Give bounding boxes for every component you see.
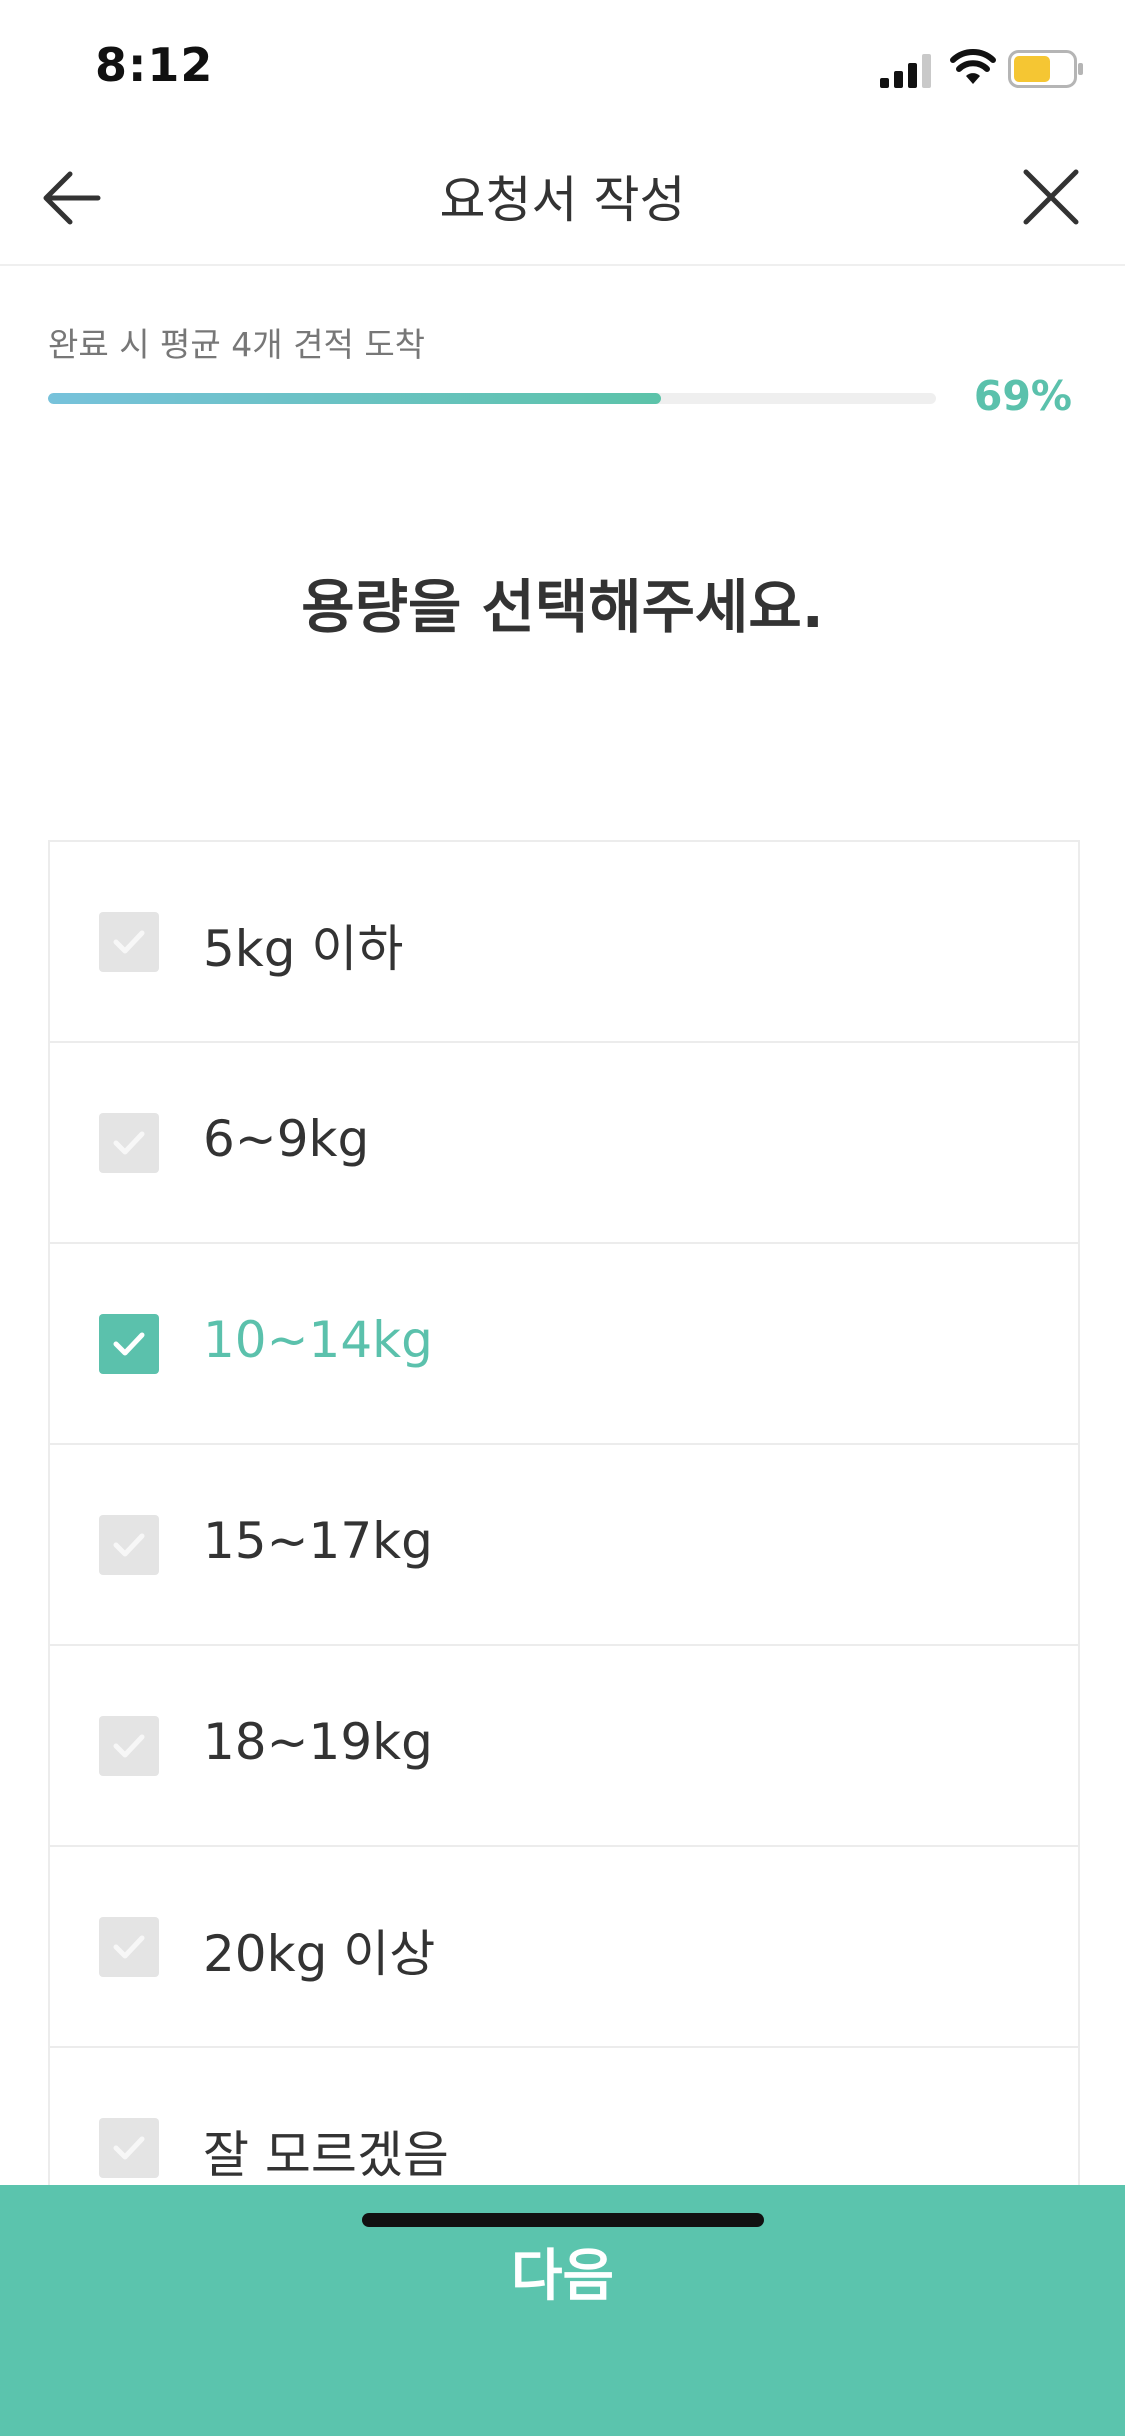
checkbox[interactable]	[99, 1917, 159, 1977]
option-row[interactable]: 6~9kg	[50, 1043, 1078, 1244]
option-list: 5kg 이하 6~9kg 10~14kg 15~17kg 18~19kg 20kg 이상잘…	[48, 840, 1080, 2249]
checkmark-icon	[113, 1533, 145, 1557]
app-screen: 8:12 요청서 작성 완료 시 평균 4개 견적 도착 69% 용량을 선택해…	[0, 0, 1125, 2436]
checkbox[interactable]	[99, 912, 159, 972]
checkmark-icon	[113, 1734, 145, 1758]
checkmark-icon	[113, 1332, 145, 1356]
close-button[interactable]	[1010, 160, 1090, 236]
page-title: 요청서 작성	[439, 171, 686, 229]
option-row[interactable]: 10~14kg	[50, 1244, 1078, 1445]
option-row[interactable]: 18~19kg	[50, 1646, 1078, 1847]
next-button-label: 다음	[510, 2244, 615, 2309]
close-icon	[1023, 169, 1079, 225]
checkbox[interactable]	[99, 1515, 159, 1575]
checkmark-icon	[113, 1131, 145, 1155]
checkmark-icon	[113, 930, 145, 954]
status-time: 8:12	[95, 38, 214, 92]
checkmark-icon	[113, 2136, 145, 2160]
home-indicator	[362, 2213, 764, 2227]
option-label: 18~19kg	[203, 1713, 433, 1771]
option-label: 10~14kg	[203, 1311, 433, 1369]
signal-icon	[880, 54, 931, 88]
checkmark-icon	[113, 1935, 145, 1959]
option-label: 6~9kg	[203, 1110, 370, 1168]
option-label: 5kg 이하	[203, 920, 404, 978]
option-row[interactable]: 15~17kg	[50, 1445, 1078, 1646]
checkbox[interactable]	[99, 1314, 159, 1374]
wifi-icon	[950, 49, 996, 84]
progress-percent: 69%	[973, 372, 1072, 420]
option-label: 15~17kg	[203, 1512, 433, 1570]
question-title: 용량을 선택해주세요.	[301, 573, 824, 641]
status-bar: 8:12	[0, 0, 1125, 132]
checkbox[interactable]	[99, 1716, 159, 1776]
progress-bar	[48, 393, 936, 404]
checkbox[interactable]	[99, 1113, 159, 1173]
nav-bar: 요청서 작성	[0, 132, 1125, 266]
progress-fill	[48, 393, 661, 404]
option-row[interactable]: 20kg 이상	[50, 1847, 1078, 2048]
progress-caption: 완료 시 평균 4개 견적 도착	[48, 325, 426, 364]
checkbox[interactable]	[99, 2118, 159, 2178]
battery-icon	[1008, 50, 1083, 88]
option-label: 20kg 이상	[203, 1925, 436, 1983]
option-row[interactable]: 5kg 이하	[50, 842, 1078, 1043]
option-label: 잘 모르겠음	[203, 2126, 449, 2184]
